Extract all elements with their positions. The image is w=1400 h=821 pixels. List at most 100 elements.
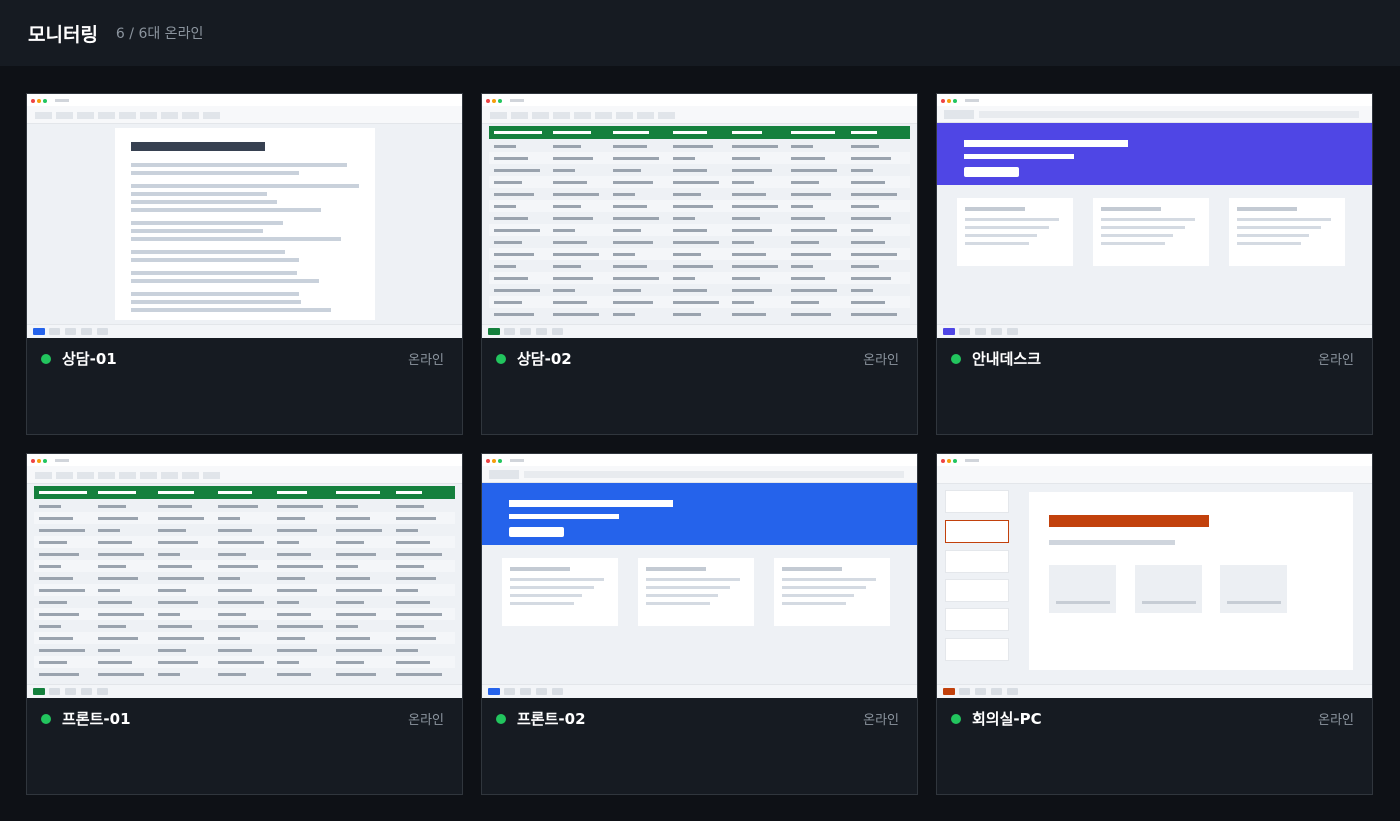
hero-title-placeholder	[964, 140, 1128, 147]
toolbar-button-placeholder	[56, 472, 73, 479]
toolbar-button-placeholder	[35, 472, 52, 479]
taskbar-app-icon	[49, 328, 60, 335]
sheet-cell	[158, 553, 180, 556]
toolbar-button-placeholder	[140, 112, 157, 119]
device-tile[interactable]: 상담-01 온라인	[26, 93, 463, 435]
sheet-cell	[851, 193, 897, 196]
screen-thumbnail[interactable]	[27, 94, 462, 338]
sheet-cell	[553, 205, 581, 208]
device-tile[interactable]: 안내데스크 온라인	[936, 93, 1373, 435]
sheet-cell	[98, 529, 120, 532]
sheet-cell	[613, 301, 653, 304]
sheet-cell	[673, 229, 707, 232]
taskbar-app-icon	[552, 328, 563, 335]
screen-thumbnail[interactable]	[27, 454, 462, 698]
sheet-cell	[336, 673, 376, 676]
sheet-row	[34, 656, 455, 668]
toolbar-button-placeholder	[98, 472, 115, 479]
device-tile[interactable]: 회의실-PC 온라인	[936, 453, 1373, 795]
document-page	[115, 128, 375, 320]
sheet-cell	[396, 565, 424, 568]
sheet-cell	[218, 541, 264, 544]
device-tile[interactable]: 프론트-01 온라인	[26, 453, 463, 795]
sheet-cell	[218, 673, 246, 676]
sheet-cell	[553, 169, 575, 172]
window-title-placeholder	[965, 459, 979, 462]
sheet-cell	[277, 673, 311, 676]
card-line-placeholder	[965, 218, 1059, 221]
content-card	[1229, 198, 1345, 266]
sheet-cell	[494, 217, 528, 220]
text-line	[131, 237, 341, 241]
online-status-dot	[951, 713, 961, 724]
sheet-row	[489, 224, 910, 236]
sheet-cell	[673, 289, 707, 292]
device-tile[interactable]: 상담-02 온라인	[481, 93, 918, 435]
sheet-cell	[98, 541, 132, 544]
sheet-cell	[158, 601, 198, 604]
toolbar-button-placeholder	[574, 112, 591, 119]
sheet-cell	[791, 241, 819, 244]
sheet-cell	[673, 145, 713, 148]
screen-thumbnail[interactable]	[482, 94, 917, 338]
sheet-cell	[396, 637, 436, 640]
slide-content-block	[1135, 565, 1202, 613]
sheet-cell	[613, 313, 635, 316]
sheet-row	[34, 500, 455, 512]
sheet-cell	[98, 637, 138, 640]
device-status: 온라인	[408, 353, 444, 368]
sheet-cell	[158, 661, 198, 664]
window-title-placeholder	[510, 99, 524, 102]
window-titlebar	[937, 454, 1372, 466]
device-tile[interactable]: 프론트-02 온라인	[481, 453, 918, 795]
text-line	[131, 308, 331, 312]
minimize-icon	[37, 99, 41, 103]
sheet-cell	[851, 253, 897, 256]
sheet-cell	[613, 289, 641, 292]
minimize-icon	[37, 459, 41, 463]
toolbar-button-placeholder	[553, 112, 570, 119]
taskbar-app-icon	[81, 688, 92, 695]
slide-subtitle-bar	[1049, 540, 1175, 545]
slide-caption-placeholder	[1056, 601, 1110, 604]
content-card	[957, 198, 1073, 266]
sheet-cell	[277, 505, 323, 508]
text-line	[131, 221, 283, 225]
screen-thumbnail[interactable]	[482, 454, 917, 698]
sheet-cell	[553, 253, 599, 256]
card-title-placeholder	[782, 567, 842, 571]
sheet-cell	[158, 673, 180, 676]
text-line	[131, 184, 359, 188]
sheet-cell	[553, 265, 581, 268]
sheet-row	[489, 284, 910, 296]
sheet-cell	[158, 529, 186, 532]
taskbar-app-icon	[504, 688, 515, 695]
sheet-cell	[494, 145, 516, 148]
start-icon	[33, 688, 45, 695]
sheet-cell	[39, 625, 61, 628]
taskbar-app-icon	[97, 328, 108, 335]
toolbar-button-placeholder	[161, 472, 178, 479]
sheet-cell	[494, 277, 528, 280]
screen-thumbnail[interactable]	[937, 454, 1372, 698]
sheet-row	[489, 140, 910, 152]
sheet-cell	[494, 301, 522, 304]
sheet-cell	[158, 625, 192, 628]
sheet-row	[34, 596, 455, 608]
sheet-cell	[791, 169, 837, 172]
text-line	[131, 292, 299, 296]
toolbar-button-placeholder	[140, 472, 157, 479]
card-line-placeholder	[646, 586, 730, 589]
sheet-cell	[673, 253, 701, 256]
taskbar-app-icon	[959, 688, 970, 695]
sheet-cell	[336, 517, 370, 520]
sheet-cell	[336, 541, 364, 544]
taskbar	[482, 684, 917, 698]
screen-thumbnail[interactable]	[937, 94, 1372, 338]
card-title-placeholder	[646, 567, 706, 571]
top-bar: 모니터링 6 / 6대 온라인	[0, 0, 1400, 66]
taskbar-app-icon	[536, 328, 547, 335]
card-title-placeholder	[1101, 207, 1161, 211]
sheet-row	[34, 536, 455, 548]
sheet-row	[34, 560, 455, 572]
